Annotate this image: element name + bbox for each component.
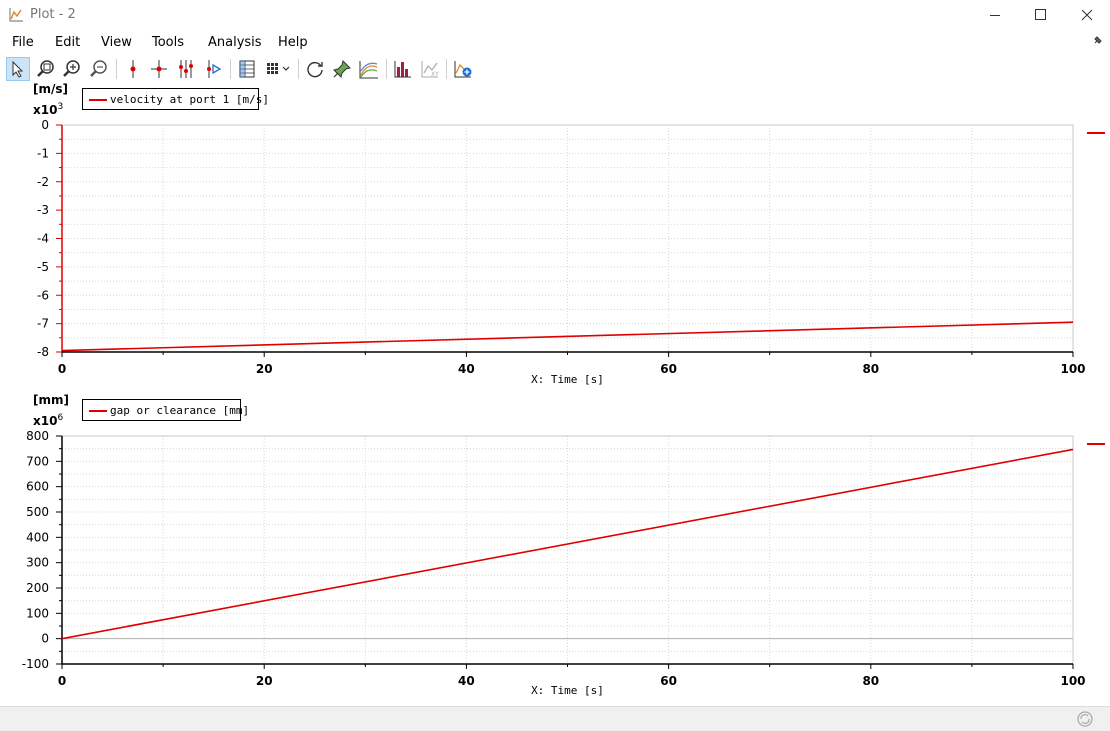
- x-tick-label: 20: [256, 674, 273, 688]
- y-tick-label: 200: [26, 581, 49, 595]
- x-tick-label: 80: [862, 362, 879, 376]
- y-tick-label: -1: [37, 146, 49, 160]
- legend-label: velocity at port 1 [m/s]: [110, 93, 269, 106]
- legend[interactable]: gap or clearance [mm]: [82, 399, 249, 421]
- y-tick-label: -3: [37, 203, 49, 217]
- sync-icon[interactable]: [1076, 710, 1094, 728]
- y-tick-label: -100: [22, 657, 49, 671]
- series-marker[interactable]: [1087, 132, 1105, 134]
- legend-line-swatch: [89, 410, 107, 412]
- y-tick-label: 500: [26, 505, 49, 519]
- x-tick-label: 0: [58, 674, 66, 688]
- legend[interactable]: velocity at port 1 [m/s]: [82, 88, 269, 110]
- x-axis-label: X: Time [s]: [531, 684, 604, 697]
- series-marker[interactable]: [1087, 443, 1105, 445]
- y-multiplier-label: x106: [33, 413, 64, 428]
- y-tick-label: 700: [26, 454, 49, 468]
- legend-line-swatch: [89, 99, 107, 101]
- y-tick-label: -6: [37, 288, 49, 302]
- x-tick-label: 0: [58, 362, 66, 376]
- y-tick-label: -8: [37, 345, 49, 359]
- y-tick-label: -7: [37, 317, 49, 331]
- y-tick-label: 300: [26, 556, 49, 570]
- x-tick-label: 100: [1060, 674, 1085, 688]
- y-tick-label: 800: [26, 429, 49, 443]
- y-tick-label: 400: [26, 530, 49, 544]
- y-tick-label: -5: [37, 260, 49, 274]
- x-tick-label: 60: [660, 362, 677, 376]
- x-tick-label: 60: [660, 674, 677, 688]
- x-tick-label: 40: [458, 362, 475, 376]
- x-tick-label: 100: [1060, 362, 1085, 376]
- x-tick-label: 20: [256, 362, 273, 376]
- y-unit-label: [mm]: [33, 393, 69, 407]
- y-unit-label: [m/s]: [33, 82, 68, 96]
- legend-label: gap or clearance [mm]: [110, 404, 250, 417]
- status-bar: [0, 706, 1110, 731]
- y-tick-label: 100: [26, 606, 49, 620]
- y-tick-label: 600: [26, 480, 49, 494]
- y-tick-label: 0: [41, 632, 49, 646]
- x-tick-label: 40: [458, 674, 475, 688]
- x-tick-label: 80: [862, 674, 879, 688]
- y-multiplier-label: x103: [33, 102, 64, 117]
- y-tick-label: 0: [41, 118, 49, 132]
- x-axis-label: X: Time [s]: [531, 373, 604, 386]
- y-tick-label: -2: [37, 175, 49, 189]
- y-tick-label: -4: [37, 232, 49, 246]
